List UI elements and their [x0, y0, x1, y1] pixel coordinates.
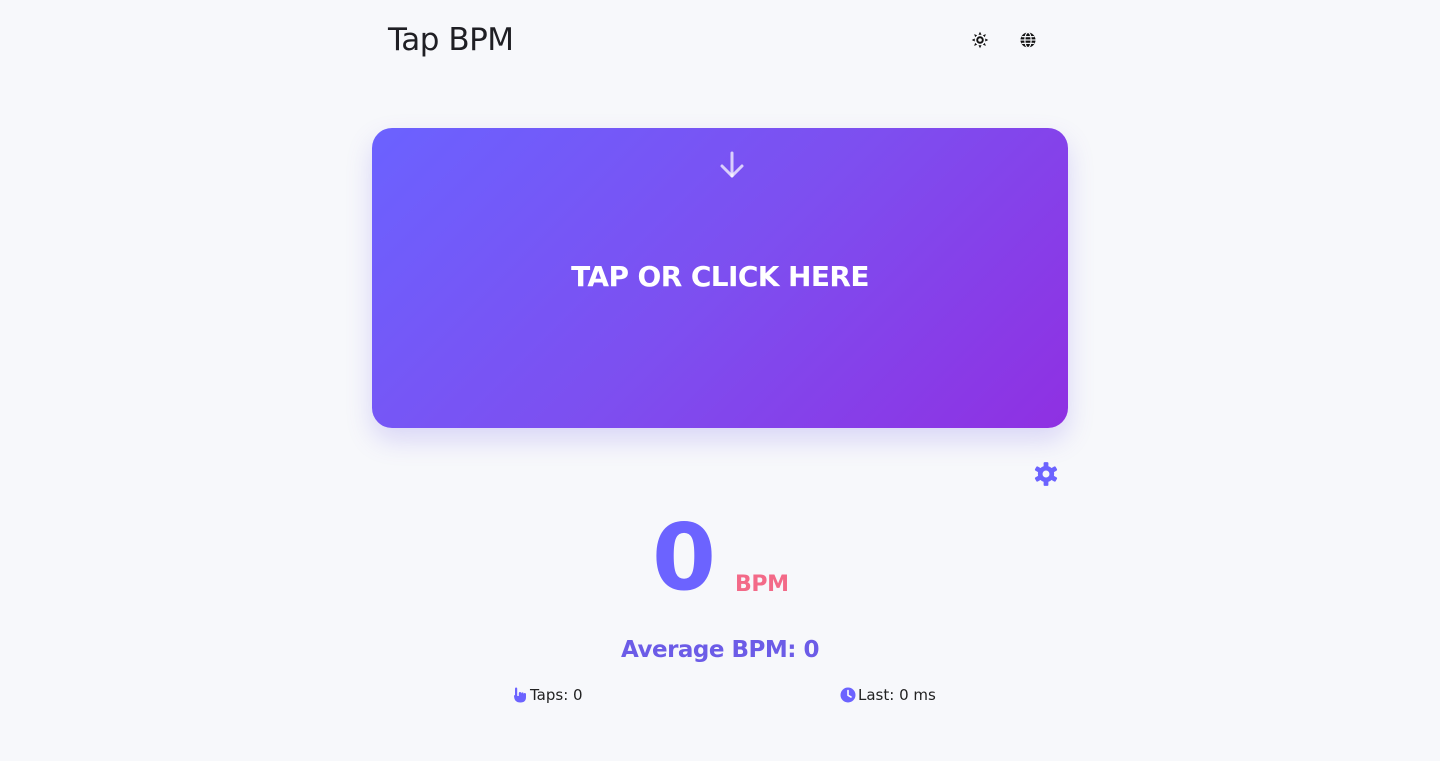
- taps-count: Taps: 0: [512, 684, 583, 706]
- gear-icon: [1034, 462, 1058, 486]
- settings-button[interactable]: [1033, 461, 1059, 487]
- tap-area-label: TAP OR CLICK HERE: [571, 260, 869, 293]
- bpm-value: 0: [651, 504, 716, 611]
- arrow-down-icon: [720, 151, 744, 178]
- theme-toggle-button[interactable]: [970, 30, 990, 50]
- bpm-unit: BPM: [735, 572, 789, 597]
- last-interval: Last: 0 ms: [840, 684, 936, 706]
- header: Tap BPM: [388, 19, 1040, 63]
- sun-icon: [971, 31, 989, 49]
- hand-icon: [512, 687, 528, 703]
- app-title: Tap BPM: [388, 22, 514, 58]
- taps-label: Taps: 0: [530, 686, 583, 704]
- language-button[interactable]: [1018, 30, 1038, 50]
- globe-icon: [1020, 31, 1036, 49]
- last-label: Last: 0 ms: [858, 686, 936, 704]
- average-bpm: Average BPM: 0: [621, 637, 820, 663]
- tap-area-button[interactable]: TAP OR CLICK HERE: [372, 128, 1068, 428]
- clock-icon: [840, 687, 856, 703]
